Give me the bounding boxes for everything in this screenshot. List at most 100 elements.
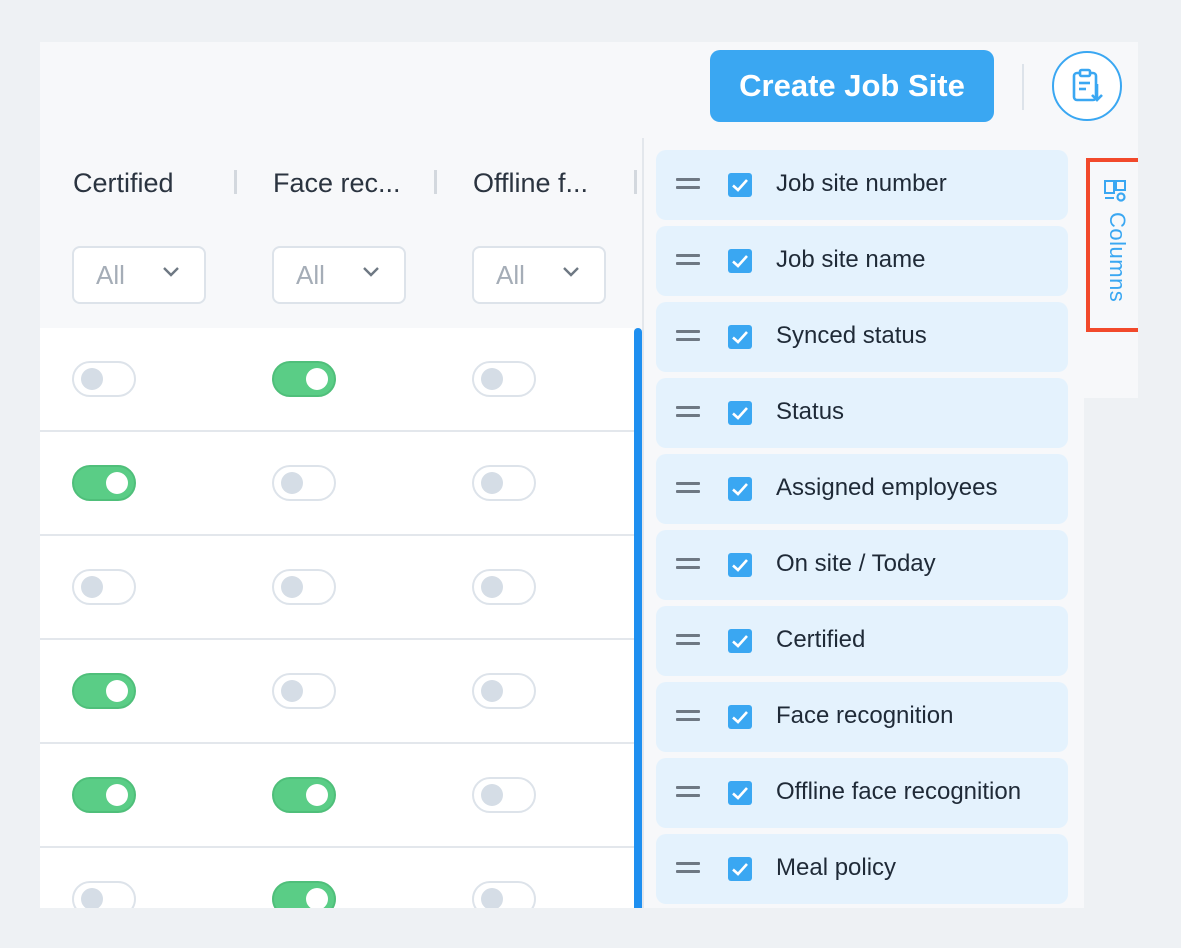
- column-header-certified[interactable]: Certified: [73, 168, 174, 199]
- table-row: [40, 744, 634, 848]
- job-sites-table: Certified Face rec... Offline f... All A…: [40, 138, 640, 908]
- column-option[interactable]: Certified: [656, 606, 1068, 676]
- chevron-down-icon: [563, 267, 579, 277]
- filter-value: All: [496, 259, 525, 290]
- column-checkbox[interactable]: [728, 477, 752, 501]
- checkmark-icon: [732, 483, 748, 496]
- offline-face-recognition-toggle[interactable]: [472, 777, 536, 813]
- offline-face-recognition-toggle[interactable]: [472, 465, 536, 501]
- chevron-down-icon: [363, 267, 379, 277]
- toggle-knob: [281, 472, 303, 494]
- column-option-label: Offline face recognition: [776, 778, 1022, 805]
- create-job-site-button[interactable]: Create Job Site: [710, 50, 994, 122]
- toggle-knob: [481, 472, 503, 494]
- drag-handle-icon[interactable]: [676, 482, 700, 495]
- column-option[interactable]: Synced status: [656, 302, 1068, 372]
- certified-toggle[interactable]: [72, 465, 136, 501]
- toggle-knob: [81, 368, 103, 390]
- column-header-offline-face-recognition[interactable]: Offline f...: [473, 168, 588, 199]
- drag-handle-icon[interactable]: [676, 178, 700, 191]
- certified-toggle[interactable]: [72, 673, 136, 709]
- offline-face-recognition-filter-select[interactable]: All: [472, 246, 606, 304]
- toggle-knob: [281, 680, 303, 702]
- table-body: [40, 328, 634, 908]
- certified-filter-select[interactable]: All: [72, 246, 206, 304]
- drag-handle-icon[interactable]: [676, 254, 700, 267]
- column-option[interactable]: Offline face recognition: [656, 758, 1068, 828]
- column-option-label: Face recognition: [776, 702, 954, 729]
- column-option-label: On site / Today: [776, 550, 936, 577]
- table-row: [40, 640, 634, 744]
- column-checkbox[interactable]: [728, 781, 752, 805]
- toggle-knob: [481, 576, 503, 598]
- drag-handle-icon[interactable]: [676, 558, 700, 571]
- column-option[interactable]: Job site name: [656, 226, 1068, 296]
- drag-handle-icon[interactable]: [676, 634, 700, 647]
- column-option-label: Status: [776, 398, 845, 425]
- column-option[interactable]: Status: [656, 378, 1068, 448]
- drag-handle-icon[interactable]: [676, 710, 700, 723]
- column-checkbox[interactable]: [728, 325, 752, 349]
- certified-toggle[interactable]: [72, 569, 136, 605]
- column-checkbox[interactable]: [728, 705, 752, 729]
- column-option-label: Certified: [776, 626, 866, 653]
- table-scrollbar[interactable]: [634, 328, 642, 908]
- column-option[interactable]: Meal policy: [656, 834, 1068, 904]
- toggle-knob: [81, 888, 103, 908]
- offline-face-recognition-toggle[interactable]: [472, 569, 536, 605]
- face-recognition-toggle[interactable]: [272, 361, 336, 397]
- column-option-label: Assigned employees: [776, 474, 998, 501]
- panel-divider: [642, 138, 644, 908]
- face-recognition-toggle[interactable]: [272, 673, 336, 709]
- column-checkbox[interactable]: [728, 249, 752, 273]
- column-checkbox[interactable]: [728, 553, 752, 577]
- filter-value: All: [296, 259, 325, 290]
- drag-handle-icon[interactable]: [676, 330, 700, 343]
- offline-face-recognition-toggle[interactable]: [472, 361, 536, 397]
- column-option-label: Job site name: [776, 246, 926, 273]
- face-recognition-toggle[interactable]: [272, 777, 336, 813]
- checkmark-icon: [732, 407, 748, 420]
- face-recognition-toggle[interactable]: [272, 465, 336, 501]
- certified-toggle[interactable]: [72, 777, 136, 813]
- drag-handle-icon[interactable]: [676, 786, 700, 799]
- toggle-knob: [106, 680, 128, 702]
- toggle-knob: [106, 784, 128, 806]
- toggle-knob: [306, 888, 328, 908]
- column-checkbox[interactable]: [728, 401, 752, 425]
- column-checkbox[interactable]: [728, 857, 752, 881]
- columns-tab-label: Columns: [1105, 212, 1130, 303]
- column-option[interactable]: Face recognition: [656, 682, 1068, 752]
- column-checkbox[interactable]: [728, 173, 752, 197]
- toggle-knob: [106, 472, 128, 494]
- toggle-knob: [306, 784, 328, 806]
- drag-handle-icon[interactable]: [676, 862, 700, 875]
- column-header-face-recognition[interactable]: Face rec...: [273, 168, 401, 199]
- checkmark-icon: [732, 787, 748, 800]
- column-option[interactable]: Job site number: [656, 150, 1068, 220]
- face-recognition-filter-select[interactable]: All: [272, 246, 406, 304]
- offline-face-recognition-toggle[interactable]: [472, 881, 536, 908]
- column-checkbox[interactable]: [728, 629, 752, 653]
- column-option[interactable]: Assigned employees: [656, 454, 1068, 524]
- column-resize-handle[interactable]: [234, 170, 237, 194]
- columns-side-tab[interactable]: Columns: [1086, 158, 1138, 332]
- checkmark-icon: [732, 559, 748, 572]
- column-option[interactable]: On site / Today: [656, 530, 1068, 600]
- column-resize-handle[interactable]: [434, 170, 437, 194]
- column-resize-handle[interactable]: [634, 170, 637, 194]
- toggle-knob: [481, 368, 503, 390]
- face-recognition-toggle[interactable]: [272, 881, 336, 908]
- checkmark-icon: [732, 863, 748, 876]
- export-button[interactable]: [1052, 51, 1122, 121]
- drag-handle-icon[interactable]: [676, 406, 700, 419]
- face-recognition-toggle[interactable]: [272, 569, 336, 605]
- checkmark-icon: [732, 255, 748, 268]
- certified-toggle[interactable]: [72, 881, 136, 908]
- column-option-label: Synced status: [776, 322, 927, 349]
- certified-toggle[interactable]: [72, 361, 136, 397]
- filter-value: All: [96, 259, 125, 290]
- offline-face-recognition-toggle[interactable]: [472, 673, 536, 709]
- checkmark-icon: [732, 331, 748, 344]
- app-window: Create Job Site Certified Face rec... Of…: [40, 42, 1138, 908]
